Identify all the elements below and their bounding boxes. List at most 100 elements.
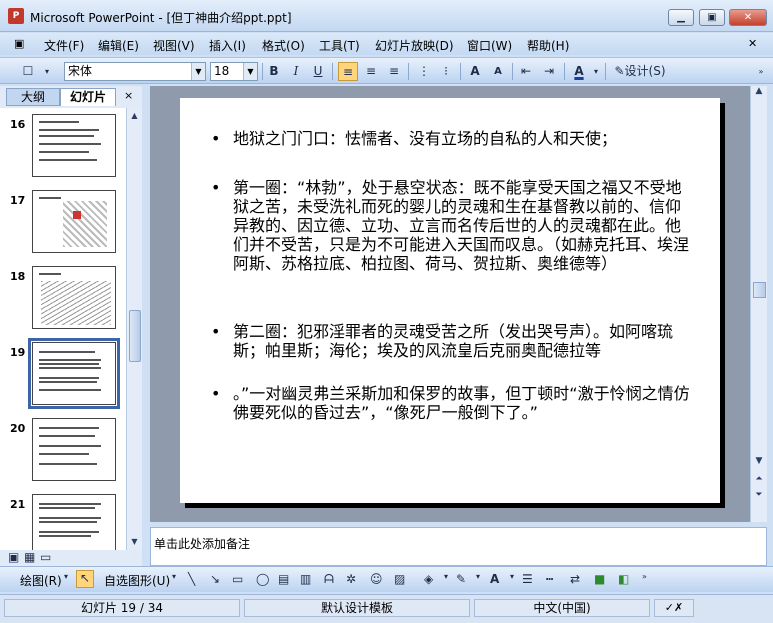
menu-view[interactable]: 视图(V): [153, 37, 195, 54]
insert-picture-icon[interactable]: ▨: [394, 572, 405, 586]
slide-bullet[interactable]: 地狱之门门口：怯懦者、没有立场的自私的人和天使；: [211, 129, 693, 148]
toolbar-overflow-icon[interactable]: »: [754, 62, 768, 81]
scroll-down-icon[interactable]: ▼: [751, 456, 767, 466]
wordart-icon[interactable]: ᗩ: [324, 572, 334, 587]
notes-pane[interactable]: 单击此处添加备注: [150, 527, 767, 566]
increase-font-icon[interactable]: A: [465, 62, 485, 81]
align-center-icon[interactable]: ≡: [361, 62, 381, 81]
menu-format[interactable]: 格式(O): [262, 37, 305, 54]
toolbar-options-icon[interactable]: ▾: [40, 62, 54, 81]
slide-scrollbar[interactable]: ▲ ▼ ⏶ ⏷: [750, 86, 767, 522]
previous-slide-icon[interactable]: ⏶: [751, 474, 767, 484]
font-color-icon[interactable]: A: [490, 572, 499, 586]
menu-insert[interactable]: 插入(I): [209, 37, 246, 54]
powerpoint-app-icon[interactable]: P: [8, 8, 24, 24]
toolbar-overflow-icon[interactable]: »: [642, 572, 647, 581]
line-icon[interactable]: ╲: [188, 572, 195, 586]
scroll-up-icon[interactable]: ▲: [127, 108, 142, 123]
normal-view-icon[interactable]: ▣: [8, 550, 19, 564]
scroll-up-icon[interactable]: ▲: [751, 86, 767, 96]
slide-sorter-icon[interactable]: ▦: [24, 550, 35, 564]
chevron-down-icon[interactable]: ▾: [64, 572, 68, 581]
oval-icon[interactable]: ◯: [256, 572, 269, 586]
font-color-icon[interactable]: A: [569, 62, 589, 81]
dash-style-icon[interactable]: ┅: [546, 572, 553, 586]
decrease-font-icon[interactable]: A: [488, 62, 508, 81]
arrow-style-icon[interactable]: ⇄: [570, 572, 580, 586]
decrease-indent-icon[interactable]: ⇤: [516, 62, 536, 81]
restore-button[interactable]: ▣: [699, 9, 725, 26]
chevron-down-icon[interactable]: ▾: [590, 62, 602, 81]
bold-button[interactable]: B: [264, 62, 284, 81]
new-document-icon[interactable]: ☐: [18, 62, 38, 81]
slide-thumbnail-selected[interactable]: [28, 338, 120, 409]
close-icon[interactable]: ×: [124, 89, 133, 102]
chevron-down-icon[interactable]: ▼: [191, 63, 205, 80]
document-close-icon[interactable]: ✕: [748, 37, 757, 50]
scrollbar-thumb[interactable]: [753, 282, 766, 298]
slide-canvas[interactable]: 地狱之门门口：怯懦者、没有立场的自私的人和天使； 第一圈：“林勃”，处于悬空状态…: [180, 98, 720, 503]
bulleted-list-icon[interactable]: ⁝: [436, 62, 456, 81]
tab-slides[interactable]: 幻灯片: [60, 88, 116, 106]
arrow-icon[interactable]: ↘: [210, 572, 220, 586]
slide-thumbnail-row[interactable]: 21: [0, 494, 126, 550]
scrollbar-thumb[interactable]: [129, 310, 141, 362]
chevron-down-icon[interactable]: ▾: [172, 572, 176, 581]
align-right-icon[interactable]: ≡: [384, 62, 404, 81]
shadow-style-icon[interactable]: ■: [594, 572, 605, 586]
close-button[interactable]: ✕: [729, 9, 767, 26]
slide-thumbnail-row[interactable]: 16: [0, 114, 126, 184]
scroll-down-icon[interactable]: ▼: [127, 534, 142, 549]
slide-thumbnail-row[interactable]: 20: [0, 418, 126, 488]
menu-tools[interactable]: 工具(T): [319, 37, 360, 54]
menu-window[interactable]: 窗口(W): [467, 37, 512, 54]
document-menu-icon[interactable]: ▣: [14, 37, 24, 50]
chevron-down-icon[interactable]: ▼: [243, 63, 257, 80]
chevron-down-icon[interactable]: ▾: [510, 572, 514, 581]
spelling-check-icon[interactable]: ✓✗: [654, 599, 694, 617]
menu-edit[interactable]: 编辑(E): [98, 37, 139, 54]
slide-thumbnail[interactable]: [32, 190, 116, 253]
slide-bullet[interactable]: 第二圈：犯邪淫罪者的灵魂受苦之所（发出哭号声）。如阿喀琉斯；帕里斯；海伦；埃及的…: [211, 322, 693, 360]
chevron-down-icon[interactable]: ▾: [476, 572, 480, 581]
text-box-icon[interactable]: ▤: [278, 572, 289, 586]
minimize-button[interactable]: ▁: [668, 9, 694, 26]
autoshapes-button[interactable]: 自选图形(U): [104, 572, 170, 589]
3d-style-icon[interactable]: ◧: [618, 572, 629, 586]
slideshow-view-icon[interactable]: ▭: [40, 550, 51, 564]
vertical-text-box-icon[interactable]: ▥: [300, 572, 311, 586]
numbered-list-icon[interactable]: ⋮: [414, 62, 434, 81]
select-pointer-icon[interactable]: ↖: [76, 570, 94, 588]
rectangle-icon[interactable]: ▭: [232, 572, 243, 586]
align-left-icon[interactable]: ≡: [338, 62, 358, 81]
menu-slideshow[interactable]: 幻灯片放映(D): [375, 37, 454, 54]
design-button[interactable]: ✎设计(S): [609, 62, 671, 81]
chevron-down-icon[interactable]: ▾: [444, 572, 448, 581]
line-color-icon[interactable]: ✎: [456, 572, 466, 586]
underline-button[interactable]: U: [308, 62, 328, 81]
increase-indent-icon[interactable]: ⇥: [539, 62, 559, 81]
next-slide-icon[interactable]: ⏷: [751, 490, 767, 500]
slide-thumbnail[interactable]: [32, 418, 116, 481]
font-name-combo[interactable]: 宋体 ▼: [64, 62, 206, 81]
italic-button[interactable]: I: [286, 62, 306, 81]
diagram-icon[interactable]: ✲: [346, 572, 356, 586]
draw-menu-button[interactable]: 绘图(R): [20, 572, 62, 589]
notes-placeholder[interactable]: 单击此处添加备注: [154, 535, 250, 552]
thumbnail-scrollbar[interactable]: ▲ ▼: [126, 108, 142, 550]
line-style-icon[interactable]: ☰: [522, 572, 533, 586]
slide-thumbnail-row[interactable]: 18: [0, 266, 126, 336]
slide-thumbnail[interactable]: [32, 114, 116, 177]
fill-color-icon[interactable]: ◈: [424, 572, 433, 586]
font-size-combo[interactable]: 18 ▼: [210, 62, 258, 81]
tab-outline[interactable]: 大纲: [6, 88, 60, 106]
menu-file[interactable]: 文件(F): [44, 37, 84, 54]
slide-thumbnail-row[interactable]: 17: [0, 190, 126, 260]
slide-thumbnail-row[interactable]: 19: [0, 338, 126, 412]
slide-bullet[interactable]: 。”一对幽灵弗兰采斯加和保罗的故事，但丁顿时“激于怜悯之情仿佛要死似的昏过去”，…: [211, 384, 693, 422]
slide-thumbnail[interactable]: [32, 266, 116, 329]
clip-art-icon[interactable]: ☺: [370, 572, 383, 586]
design-template-status[interactable]: 默认设计模板: [244, 599, 470, 617]
slide-thumbnail[interactable]: [32, 494, 116, 550]
slide-bullet[interactable]: 第一圈：“林勃”，处于悬空状态：既不能享受天国之福又不受地狱之苦，未受洗礼而死的…: [211, 178, 693, 273]
